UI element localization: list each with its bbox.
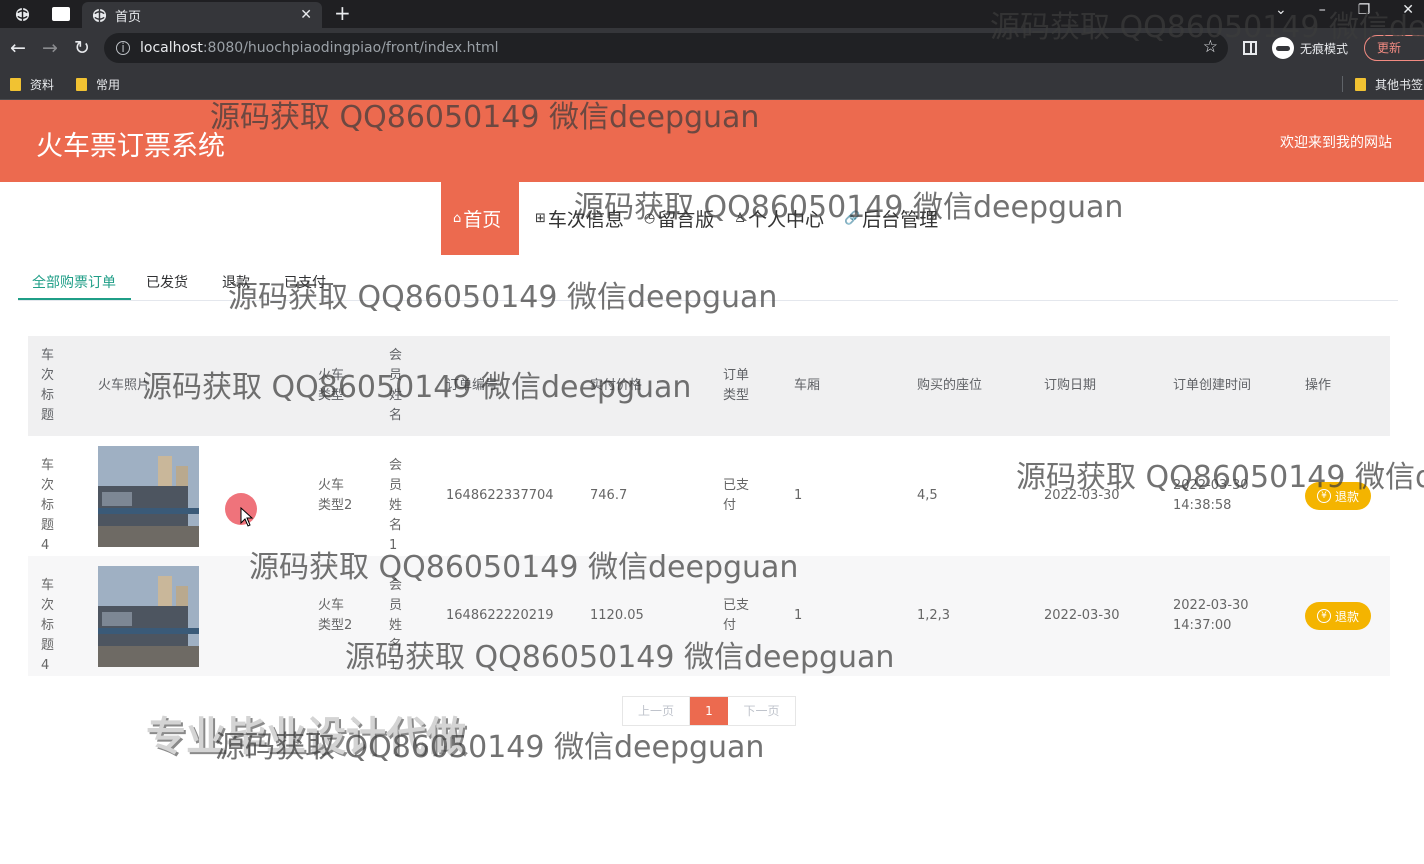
active-tab-indicator xyxy=(18,298,131,300)
mouse-cursor-icon xyxy=(240,507,254,527)
watermark: 源码获取 QQ86050149 微信deepguan xyxy=(1016,460,1424,495)
url-path: :8080/huochpiaodingpiao/front/index.html xyxy=(202,40,499,56)
tab-all-orders[interactable]: 全部购票订单 xyxy=(32,272,116,292)
watermark: 源码获取 QQ86050149 微信deepguan xyxy=(249,550,799,585)
seats-cell: 4,5 xyxy=(917,488,938,503)
tab-title: 首页 xyxy=(115,9,142,25)
tab-shipped[interactable]: 已发货 xyxy=(146,272,188,292)
bookmark-folder-1[interactable]: 常用 xyxy=(76,76,120,93)
welcome-text: 欢迎来到我的网站 xyxy=(1280,135,1392,151)
train-photo xyxy=(98,446,199,547)
price-cell: 1120.05 xyxy=(590,608,644,623)
bookmarks-separator xyxy=(1342,76,1343,92)
grid-icon: ⊞ xyxy=(535,211,546,226)
url-host: localhost xyxy=(140,40,203,56)
info-icon[interactable]: i xyxy=(116,41,130,55)
created-time-cell: 14:37:00 xyxy=(1173,618,1232,633)
header-cell: 车厢 xyxy=(794,378,821,393)
watermark: 源码获取 QQ86050149 微信deepguan xyxy=(990,10,1424,45)
header-cell: 操作 xyxy=(1305,378,1332,393)
site-title: 火车票订票系统 xyxy=(36,131,225,162)
folder-icon xyxy=(1355,78,1366,91)
car-cell: 1 xyxy=(794,488,803,503)
train-title-cell: 车次标题4 xyxy=(41,458,55,553)
watermark: 源码获取 QQ86050149 微信deepguan xyxy=(574,190,1124,225)
page-1-button[interactable]: 1 xyxy=(690,697,728,725)
folder-icon xyxy=(10,78,21,91)
seats-cell: 1,2,3 xyxy=(917,608,951,623)
watermark: 源码获取 QQ86050149 微信deepguan xyxy=(215,730,765,765)
header-cell: 订单创建时间 xyxy=(1173,378,1252,393)
member-name-cell: 会员姓名1 xyxy=(389,458,403,553)
train-type-cell: 火车类型2 xyxy=(318,598,353,633)
forward-icon[interactable]: → xyxy=(34,37,66,59)
header-cell: 车次标题 xyxy=(41,348,55,423)
header-cell: 订单类型 xyxy=(723,368,750,403)
yen-icon: ¥ xyxy=(1316,609,1331,623)
next-page-button[interactable]: 下一页 xyxy=(728,697,795,725)
bookmark-folder-0[interactable]: 资料 xyxy=(10,76,54,93)
browser-menu-icon[interactable] xyxy=(15,7,30,22)
watermark: 源码获取 QQ86050149 微信deepguan xyxy=(228,280,778,315)
close-tab-icon[interactable]: ✕ xyxy=(300,7,312,23)
refund-button[interactable]: ¥ 退款 xyxy=(1305,602,1371,630)
watermark: 源码获取 QQ86050149 微信deepguan xyxy=(142,370,692,405)
car-cell: 1 xyxy=(794,608,803,623)
watermark: 源码获取 QQ86050149 微信deepguan xyxy=(345,640,895,675)
train-photo xyxy=(98,566,199,667)
created-time-cell: 14:38:58 xyxy=(1173,498,1232,513)
other-bookmarks[interactable]: 其他书签 xyxy=(1355,76,1423,93)
nav-home[interactable]: ⌂ 首页 xyxy=(441,182,519,255)
order-no-cell: 1648622220219 xyxy=(446,608,554,623)
order-type-cell: 已支付 xyxy=(723,478,750,513)
folder-icon xyxy=(76,78,87,91)
watermark: 源码获取 QQ86050149 微信deepguan xyxy=(210,100,760,135)
price-cell: 746.7 xyxy=(590,488,628,503)
prev-page-button[interactable]: 上一页 xyxy=(623,697,690,725)
back-icon[interactable]: ← xyxy=(2,37,34,59)
globe-icon xyxy=(92,8,107,22)
train-type-cell: 火车类型2 xyxy=(318,478,353,513)
browser-tab[interactable]: 首页 ✕ xyxy=(82,2,322,28)
reload-icon[interactable]: ↻ xyxy=(66,37,98,59)
order-date-cell: 2022-03-30 xyxy=(1044,608,1120,623)
new-tab-icon[interactable]: + xyxy=(334,2,351,24)
home-icon: ⌂ xyxy=(453,211,462,226)
tab-search-icon[interactable] xyxy=(52,7,70,21)
order-type-cell: 已支付 xyxy=(723,598,750,633)
created-date-cell: 2022-03-30 xyxy=(1173,598,1249,613)
train-title-cell: 车次标题4 xyxy=(41,578,55,673)
header-cell: 购买的座位 xyxy=(917,378,983,393)
order-no-cell: 1648622337704 xyxy=(446,488,554,503)
header-cell: 订购日期 xyxy=(1044,378,1097,393)
